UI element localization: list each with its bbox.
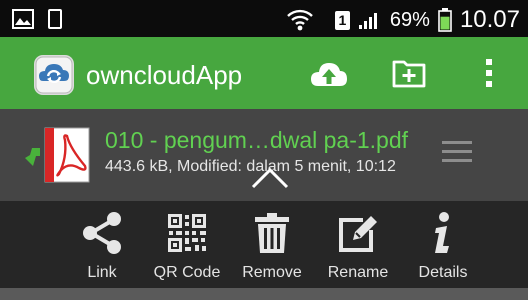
- overflow-menu-button[interactable]: [467, 53, 511, 93]
- edit-icon: [339, 216, 377, 252]
- upload-button[interactable]: [307, 53, 351, 93]
- qr-code-icon: [168, 214, 206, 252]
- overflow-menu-icon: [486, 59, 492, 87]
- wifi-icon: [287, 9, 313, 31]
- app-title: owncloudApp: [86, 60, 243, 90]
- file-list-item[interactable]: 010 - pengum…dwal pa-1.pdf 443.6 kB, Mod…: [0, 109, 528, 201]
- next-list-item[interactable]: [0, 288, 528, 300]
- owncloud-logo-icon[interactable]: [33, 54, 75, 96]
- app-bar: owncloudApp: [0, 37, 528, 109]
- pdf-icon: [44, 127, 90, 183]
- battery-icon: [438, 8, 452, 32]
- trash-icon: [255, 213, 289, 253]
- upload-icon: [311, 63, 347, 86]
- clock: 10.07: [459, 6, 520, 33]
- collapse-caret-icon[interactable]: [250, 165, 290, 189]
- new-folder-button[interactable]: [387, 53, 431, 93]
- drag-handle-icon[interactable]: [442, 141, 472, 167]
- picture-icon: [12, 9, 34, 29]
- details-action-button[interactable]: Details: [388, 201, 498, 288]
- details-label: Details: [418, 264, 468, 281]
- info-icon: [435, 212, 449, 253]
- download-arrow-icon: [25, 148, 40, 166]
- status-bar: 1 69% 10.07: [0, 0, 528, 37]
- file-actions-bar: Link QR Code Remove Rename Details: [0, 201, 528, 288]
- battery-percent: 69%: [389, 8, 430, 31]
- share-icon: [83, 212, 121, 254]
- sim-1-icon: 1: [334, 10, 350, 30]
- signal-icon: [358, 13, 377, 29]
- new-folder-icon: [392, 60, 426, 88]
- file-name[interactable]: 010 - pengum…dwal pa-1.pdf: [105, 127, 408, 154]
- sim-card-icon: [48, 9, 62, 29]
